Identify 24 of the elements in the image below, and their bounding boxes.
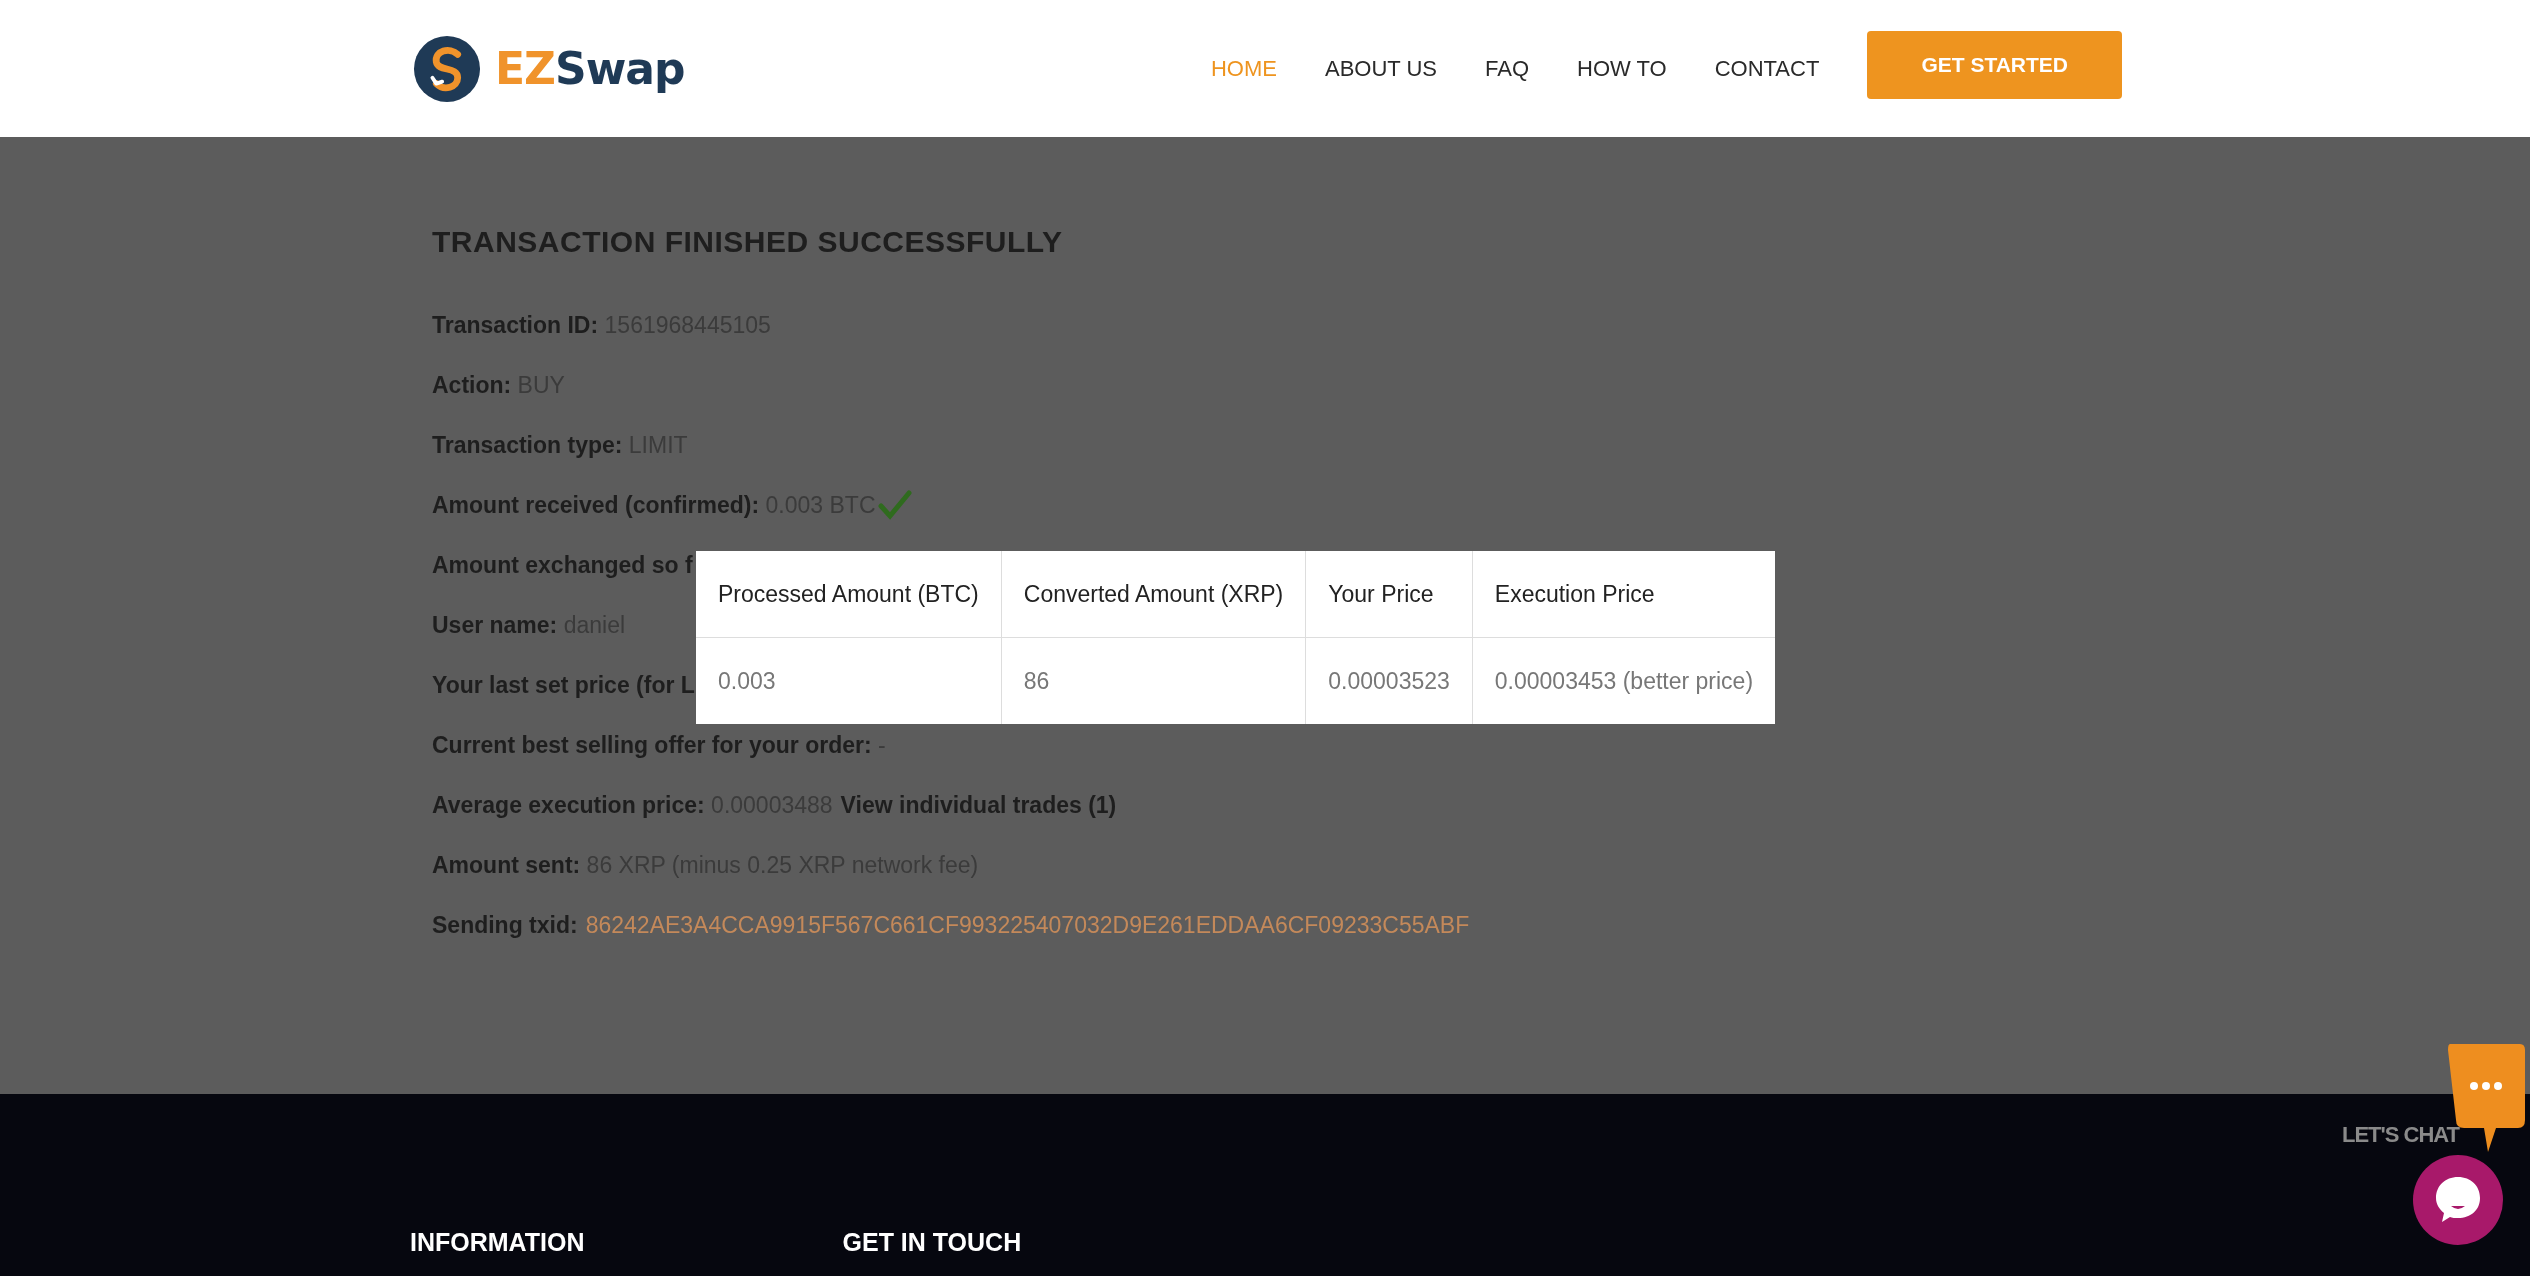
nav-link[interactable]: ABOUT US [1324, 55, 1437, 82]
table-cell: 0.00003523 [1305, 637, 1473, 724]
page-title: TRANSACTION FINISHED SUCCESSFULLY [432, 225, 1064, 259]
column-header: Processed Amount (BTC) [696, 551, 1002, 638]
nav-link[interactable]: CONTACT [1714, 55, 1820, 82]
table-cell: 86 [1001, 637, 1306, 724]
detail-label: Sending txid: [432, 911, 578, 939]
logo-icon[interactable] [413, 34, 481, 103]
nav-link[interactable]: FAQ [1485, 55, 1530, 82]
nav-link[interactable]: HOW TO [1577, 55, 1667, 82]
column-header: Your Price [1305, 551, 1473, 638]
checkmark-icon [877, 490, 912, 520]
column-header: Execution Price [1472, 551, 1776, 638]
detail-label: Your last set price (for L [432, 671, 695, 699]
chat-button-icon[interactable] [2413, 1155, 2503, 1245]
logo-wordmark[interactable]: EZSwap [495, 43, 685, 94]
detail-text: Current best selling offer for your order: - [432, 731, 886, 759]
column-header: Converted Amount (XRP) [1001, 551, 1306, 638]
footer-heading: GET IN TOUCH [842, 1228, 1022, 1257]
table-cell: 0.00003453 (better price) [1472, 637, 1776, 724]
table-cell: 0.003 [696, 637, 1002, 724]
footer-heading: INFORMATION [410, 1228, 585, 1257]
detail-label: Amount exchanged so f [432, 551, 693, 579]
chat-label: LET'S CHAT [2342, 1122, 2460, 1148]
